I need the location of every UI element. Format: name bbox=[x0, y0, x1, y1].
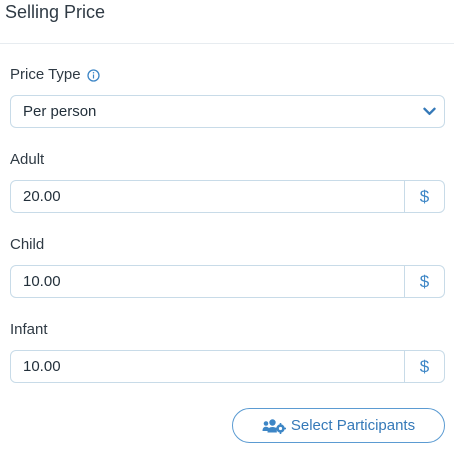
adult-label: Adult bbox=[10, 151, 445, 169]
infant-label: Infant bbox=[10, 321, 445, 339]
select-participants-label: Select Participants bbox=[290, 417, 416, 434]
selling-price-panel: Selling Price Price Type Per person Adul… bbox=[0, 0, 454, 452]
price-type-label: Price Type bbox=[10, 66, 445, 84]
adult-price-group: $ bbox=[10, 180, 445, 213]
info-circle-icon[interactable] bbox=[86, 68, 100, 82]
infant-label-text: Infant bbox=[10, 321, 48, 338]
child-label-text: Child bbox=[10, 236, 45, 253]
infant-price-group: $ bbox=[10, 350, 445, 383]
child-price-input[interactable] bbox=[11, 266, 404, 297]
price-type-selected-value: Per person bbox=[23, 103, 97, 120]
child-label: Child bbox=[10, 236, 445, 254]
infant-price-input[interactable] bbox=[11, 351, 404, 382]
panel-header: Selling Price bbox=[0, 0, 454, 44]
child-currency-addon: $ bbox=[404, 266, 444, 297]
users-cog-icon bbox=[262, 418, 286, 434]
infant-currency-addon: $ bbox=[404, 351, 444, 382]
child-price-group: $ bbox=[10, 265, 445, 298]
panel-title: Selling Price bbox=[5, 2, 106, 22]
adult-currency-addon: $ bbox=[404, 181, 444, 212]
price-type-select[interactable]: Per person bbox=[10, 95, 445, 128]
panel-body: Price Type Per person Adult $ bbox=[0, 66, 454, 383]
select-participants-button[interactable]: Select Participants bbox=[232, 408, 445, 443]
adult-label-text: Adult bbox=[10, 151, 45, 168]
chevron-down-icon bbox=[423, 107, 436, 116]
price-type-label-text: Price Type bbox=[10, 66, 81, 83]
adult-price-input[interactable] bbox=[11, 181, 404, 212]
